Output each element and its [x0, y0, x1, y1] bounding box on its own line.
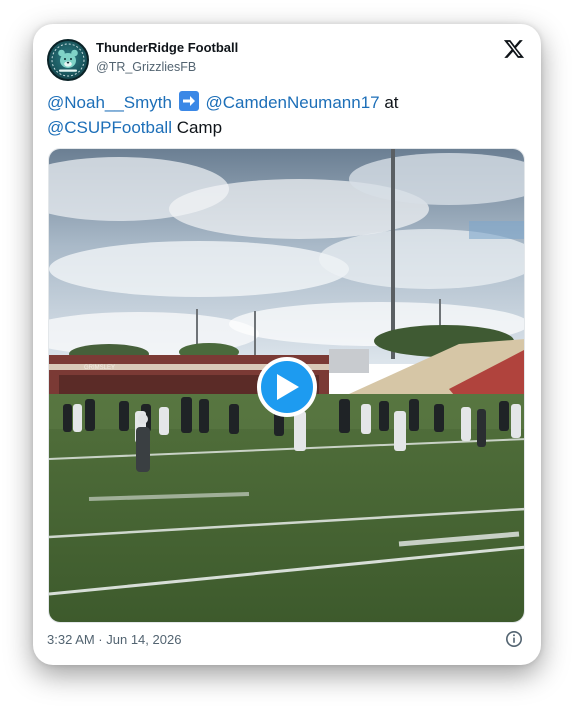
text-camp: Camp: [176, 118, 223, 137]
info-icon[interactable]: [505, 630, 523, 648]
play-icon: [277, 374, 299, 400]
account-handle[interactable]: @TR_GrizzliesFB: [96, 60, 196, 74]
play-button[interactable]: [257, 357, 317, 417]
text-at: at: [384, 93, 399, 112]
tweet-text: @Noah__Smyth @CamdenNeumann17 at @CSUPFo…: [47, 90, 517, 140]
mention-from-link[interactable]: @Noah__Smyth: [47, 93, 172, 112]
account-name[interactable]: ThunderRidge Football: [96, 40, 238, 55]
grizzly-logo-icon: [51, 43, 85, 77]
video-player[interactable]: GRIMSLEY: [48, 148, 525, 623]
tweet-card: ThunderRidge Football @TR_GrizzliesFB @N…: [33, 24, 541, 665]
stadium-sign: GRIMSLEY: [84, 365, 115, 371]
x-logo-icon[interactable]: [503, 38, 525, 60]
avatar[interactable]: [47, 39, 89, 81]
mention-org-link[interactable]: @CSUPFootball: [47, 118, 172, 137]
mention-to-link[interactable]: @CamdenNeumann17: [205, 93, 379, 112]
timestamp-link[interactable]: 3:32 AM · Jun 14, 2026: [47, 632, 181, 647]
right-arrow-emoji-icon: [178, 91, 199, 111]
